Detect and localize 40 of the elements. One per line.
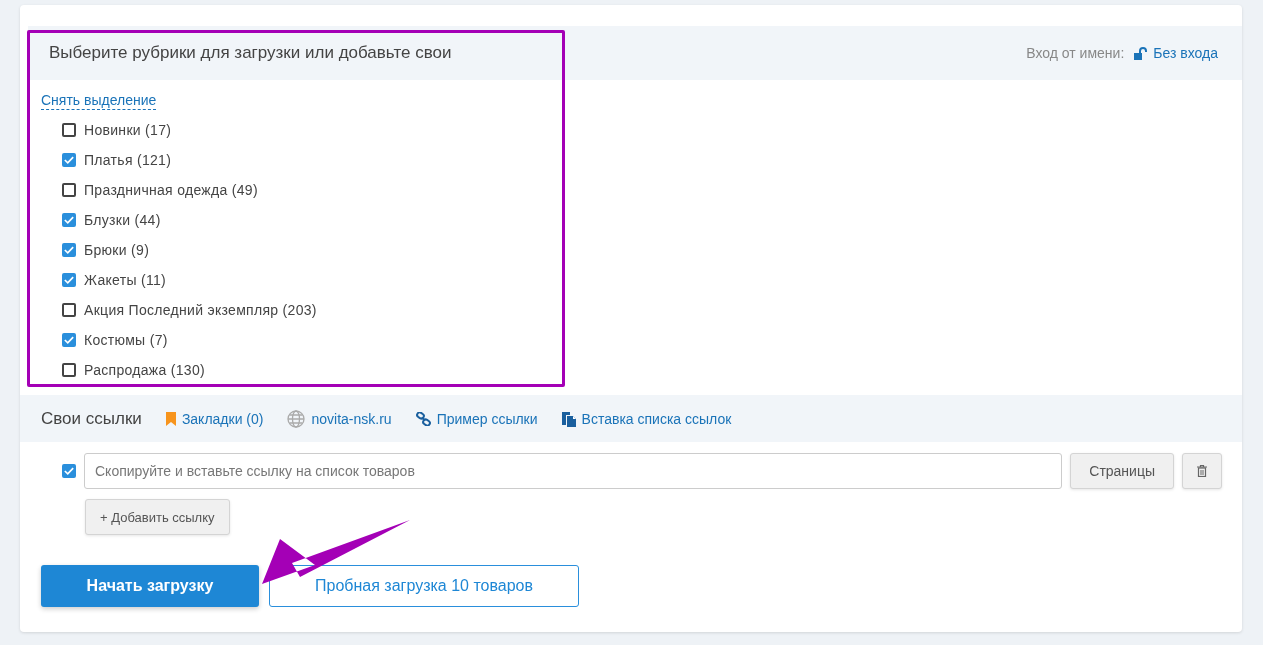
deselect-link[interactable]: Снять выделение (41, 92, 157, 110)
links-title: Свои ссылки (41, 408, 142, 429)
trial-button[interactable]: Пробная загрузка 10 товаров (269, 565, 579, 607)
category-label: Платья (121) (84, 152, 172, 168)
checkbox[interactable] (62, 153, 76, 167)
checkbox[interactable] (62, 333, 76, 347)
toolbar-link[interactable]: Закладки (0) (181, 410, 264, 427)
checkbox[interactable] (62, 363, 76, 377)
checkbox[interactable] (62, 183, 76, 197)
checkbox[interactable] (62, 464, 76, 478)
toolbar-link[interactable]: novita-nsk.ru (311, 410, 392, 427)
category-label: Брюки (9) (84, 242, 150, 258)
clipboard-icon (561, 410, 576, 427)
link-input-field[interactable]: Скопируйте и вставьте ссылку на список товаров (84, 453, 1063, 489)
category-label: Распродажа (130) (84, 362, 205, 378)
bookmark-icon (165, 411, 176, 426)
delete-button[interactable] (1182, 453, 1222, 489)
trash-icon (1197, 465, 1207, 477)
section-title: Выберите рубрики для загрузки или добавьте свои (49, 43, 452, 63)
category-label: Блузки (44) (84, 212, 161, 228)
globe-icon (287, 409, 306, 428)
toolbar-link[interactable]: Вставка списка ссылок (581, 410, 732, 427)
login-label: Вход от имени: (1026, 45, 1125, 61)
pages-button[interactable]: Страницы (1070, 453, 1174, 489)
toolbar-link[interactable]: Пример ссылки (436, 410, 538, 427)
checkbox[interactable] (62, 243, 76, 257)
checkbox[interactable] (62, 303, 76, 317)
login-link[interactable]: Без входа (1153, 45, 1218, 61)
link-icon (415, 411, 431, 426)
category-label: Новинки (17) (84, 122, 172, 138)
checkbox[interactable] (62, 123, 76, 137)
add-link-button[interactable]: + Добавить ссылку (85, 499, 230, 535)
category-label: Жакеты (11) (84, 272, 166, 288)
checkbox[interactable] (62, 213, 76, 227)
category-label: Костюмы (7) (84, 332, 168, 348)
category-label: Праздничная одежда (49) (84, 182, 258, 198)
padlock-icon (1134, 46, 1148, 60)
checkbox[interactable] (62, 273, 76, 287)
category-label: Акция Последний экземпляр (203) (84, 302, 317, 318)
start-button[interactable]: Начать загрузку (41, 565, 259, 607)
